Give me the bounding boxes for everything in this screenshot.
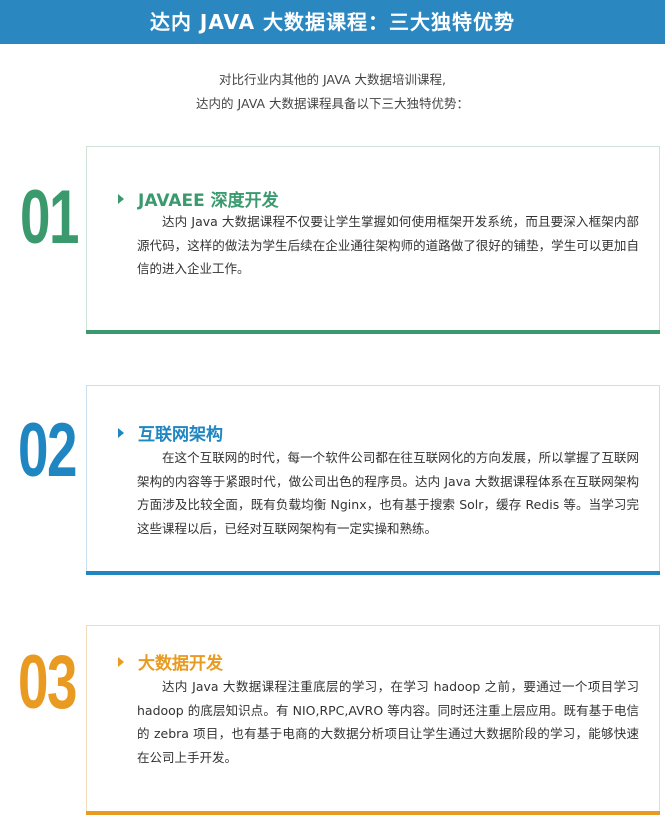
header-banner: 达内 JAVA 大数据课程：三大独特优势 [0, 0, 665, 44]
section-title-1: JAVAEE 深度开发 [138, 191, 279, 211]
section-title-row-1: JAVAEE 深度开发 [118, 186, 279, 211]
play-triangle-icon [118, 656, 124, 667]
section-title-3: 大数据开发 [138, 654, 223, 674]
section-number-1: 01 [20, 175, 79, 260]
section-underline-2 [86, 571, 660, 575]
section-title-2: 互联网架构 [138, 425, 223, 445]
section-title-row-2: 互联网架构 [118, 420, 223, 445]
section-number-3: 03 [18, 640, 77, 725]
section-text-2: 在这个互联网的时代，每一个软件公司都在往互联网化的方向发展，所以掌握了互联网架构… [137, 450, 639, 536]
page-title: 达内 JAVA 大数据课程：三大独特优势 [149, 10, 516, 34]
play-triangle-icon [118, 427, 124, 438]
intro-line-2: 达内的 JAVA 大数据课程具备以下三大独特优势： [196, 96, 469, 111]
section-title-row-3: 大数据开发 [118, 649, 223, 674]
intro-text: 对比行业内其他的 JAVA 大数据培训课程, 达内的 JAVA 大数据课程具备以… [0, 68, 665, 116]
section-underline-3 [86, 811, 660, 815]
play-triangle-icon [118, 193, 124, 204]
section-text-1: 达内 Java 大数据课程不仅要让学生掌握如何使用框架开发系统，而且要深入框架内… [137, 214, 639, 276]
section-number-2: 02 [18, 408, 77, 493]
section-underline-1 [86, 330, 660, 334]
section-text-3: 达内 Java 大数据课程注重底层的学习，在学习 hadoop 之前，要通过一个… [137, 679, 639, 765]
intro-line-1: 对比行业内其他的 JAVA 大数据培训课程, [219, 72, 446, 87]
